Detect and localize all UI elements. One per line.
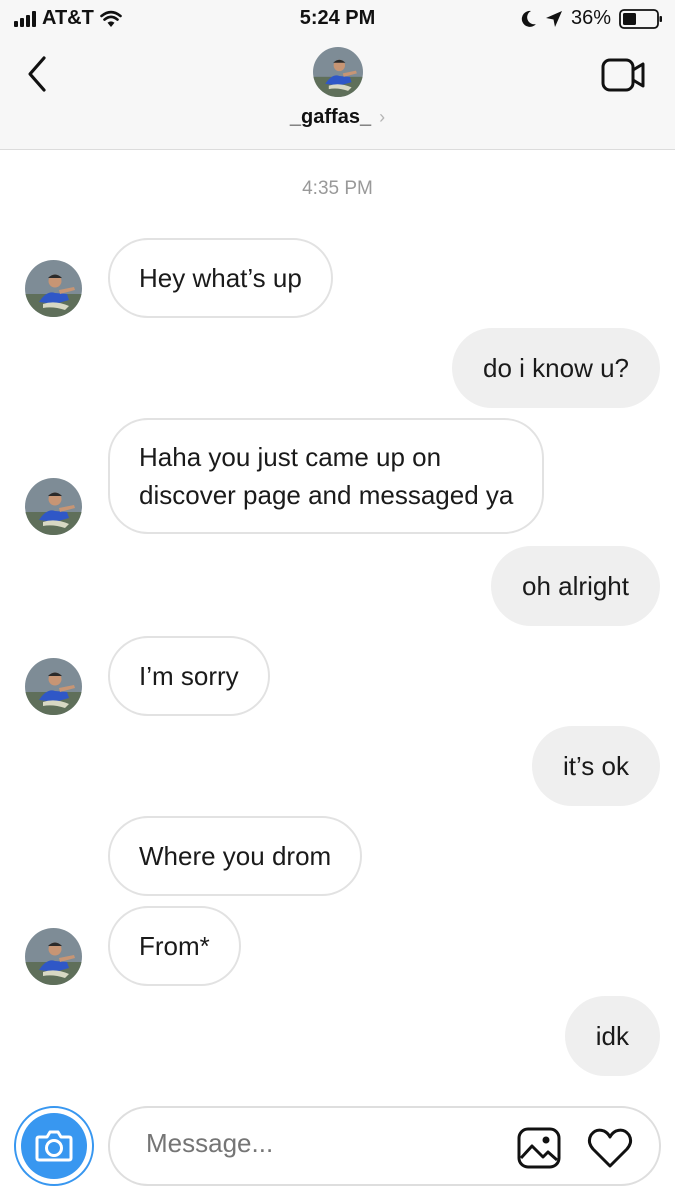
battery-percent: 36% (570, 7, 611, 29)
back-icon[interactable] (20, 52, 60, 96)
status-bar: AT&T 5:24 PM 36% (0, 0, 675, 40)
conversation-timestamp: 4:35 PM (302, 178, 373, 199)
camera-button[interactable] (14, 1106, 94, 1186)
message-bubble-incoming[interactable]: Where you drom (108, 816, 363, 896)
camera-icon-bg (21, 1113, 87, 1179)
chevron-right-icon: › (379, 107, 386, 127)
message-bubble-incoming[interactable]: I’m sorry (108, 636, 270, 716)
message-bubble-outgoing[interactable]: it’s ok (532, 726, 660, 806)
header-avatar[interactable] (313, 47, 363, 97)
chat-header: _gaffas_ › (0, 40, 675, 150)
video-call-icon[interactable] (601, 56, 647, 94)
message-bubble-outgoing[interactable]: do i know u? (452, 328, 660, 408)
message-bubble-outgoing[interactable]: idk (564, 996, 660, 1076)
message-line: discover page and messaged ya (139, 480, 514, 510)
message-line: Haha you just came up on (139, 442, 442, 472)
sender-avatar[interactable] (25, 658, 82, 715)
header-username-row[interactable]: _gaffas_ › (0, 106, 675, 129)
message-input[interactable] (146, 1128, 486, 1159)
camera-icon (35, 1130, 73, 1162)
gallery-icon[interactable] (516, 1126, 562, 1170)
status-right: 36% (521, 7, 663, 30)
heart-icon[interactable] (585, 1126, 635, 1170)
message-bubble-incoming[interactable]: From* (108, 906, 241, 986)
message-composer (108, 1106, 661, 1186)
moon-icon (521, 10, 536, 27)
message-bubble-incoming[interactable]: Haha you just came up on discover page a… (108, 418, 545, 534)
message-bubble-outgoing[interactable]: oh alright (491, 546, 660, 626)
message-bubble-incoming[interactable]: Hey what’s up (108, 238, 333, 318)
sender-avatar[interactable] (25, 928, 82, 985)
header-username[interactable]: _gaffas_ (290, 106, 371, 128)
sender-avatar[interactable] (25, 478, 82, 535)
battery-icon (619, 8, 662, 29)
location-arrow-icon (545, 10, 562, 27)
sender-avatar[interactable] (25, 260, 82, 317)
